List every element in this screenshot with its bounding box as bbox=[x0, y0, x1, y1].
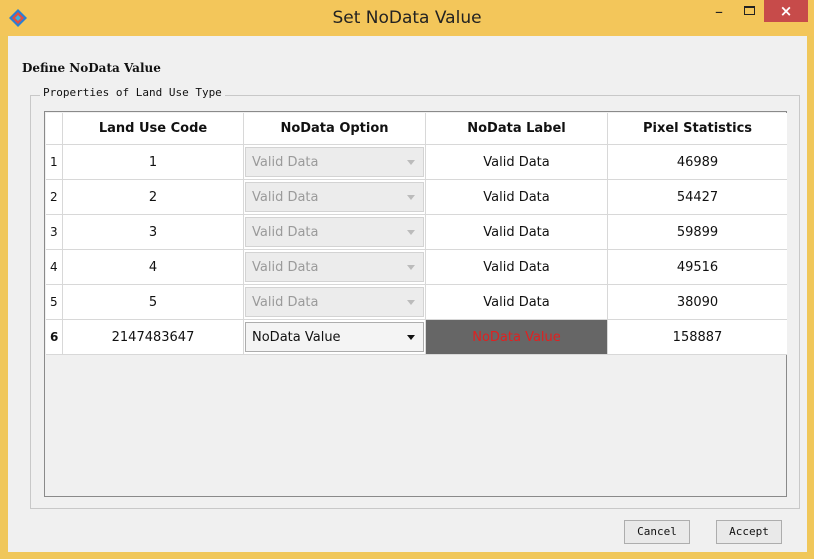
section-heading: Define NoData Value bbox=[22, 61, 161, 75]
table-row: 4 4 Valid Data Valid Data 49516 bbox=[46, 250, 787, 285]
dialog-window: Set NoData Value – × Define NoData Value… bbox=[0, 0, 814, 559]
cancel-button[interactable]: Cancel bbox=[624, 520, 690, 544]
maximize-icon bbox=[744, 6, 755, 15]
row-number[interactable]: 3 bbox=[46, 215, 63, 250]
table-row: 5 5 Valid Data Valid Data 38090 bbox=[46, 285, 787, 320]
land-use-code-cell[interactable]: 1 bbox=[63, 145, 244, 180]
chevron-down-icon bbox=[407, 300, 415, 305]
pixel-statistics-cell[interactable]: 54427 bbox=[608, 180, 787, 215]
nodata-option-cell: Valid Data bbox=[244, 180, 426, 215]
pixel-statistics-cell[interactable]: 49516 bbox=[608, 250, 787, 285]
accept-button[interactable]: Accept bbox=[716, 520, 782, 544]
groupbox-title: Properties of Land Use Type bbox=[40, 86, 225, 99]
nodata-option-cell: NoData Value bbox=[244, 320, 426, 355]
nodata-option-dropdown: Valid Data bbox=[245, 252, 424, 282]
nodata-option-cell: Valid Data bbox=[244, 285, 426, 320]
dropdown-value: NoData Value bbox=[252, 330, 341, 345]
nodata-option-dropdown: Valid Data bbox=[245, 287, 424, 317]
land-use-table: Land Use Code NoData Option NoData Label… bbox=[44, 111, 787, 497]
land-use-code-cell[interactable]: 3 bbox=[63, 215, 244, 250]
window-title: Set NoData Value bbox=[332, 8, 482, 28]
nodata-label-cell[interactable]: Valid Data bbox=[426, 250, 608, 285]
dropdown-value: Valid Data bbox=[252, 260, 319, 275]
maximize-button[interactable] bbox=[736, 0, 764, 24]
land-use-code-cell[interactable]: 2147483647 bbox=[63, 320, 244, 355]
row-number[interactable]: 2 bbox=[46, 180, 63, 215]
title-bar[interactable]: Set NoData Value – × bbox=[0, 0, 814, 36]
dropdown-value: Valid Data bbox=[252, 190, 319, 205]
row-number[interactable]: 6 bbox=[46, 320, 63, 355]
table-body: Land Use Code NoData Option NoData Label… bbox=[46, 113, 787, 495]
row-number[interactable]: 1 bbox=[46, 145, 63, 180]
nodata-option-dropdown: Valid Data bbox=[245, 182, 424, 212]
chevron-down-icon bbox=[407, 265, 415, 270]
nodata-option-dropdown[interactable]: NoData Value bbox=[245, 322, 424, 352]
pixel-statistics-cell[interactable]: 38090 bbox=[608, 285, 787, 320]
land-use-code-cell[interactable]: 4 bbox=[63, 250, 244, 285]
table-row: 3 3 Valid Data Valid Data 59899 bbox=[46, 215, 787, 250]
close-button[interactable]: × bbox=[764, 0, 808, 22]
table-row: 1 1 Valid Data Valid Data 46989 bbox=[46, 145, 787, 180]
table-row: 6 2147483647 NoData Value NoData Value 1… bbox=[46, 320, 787, 355]
pixel-statistics-cell[interactable]: 59899 bbox=[608, 215, 787, 250]
chevron-down-icon bbox=[407, 160, 415, 165]
row-number[interactable]: 4 bbox=[46, 250, 63, 285]
pixel-statistics-cell[interactable]: 158887 bbox=[608, 320, 787, 355]
row-number[interactable]: 5 bbox=[46, 285, 63, 320]
header-nodata-label[interactable]: NoData Label bbox=[426, 113, 608, 145]
table-row: 2 2 Valid Data Valid Data 54427 bbox=[46, 180, 787, 215]
pixel-statistics-cell[interactable]: 46989 bbox=[608, 145, 787, 180]
nodata-label-cell[interactable]: NoData Value bbox=[426, 320, 608, 355]
dropdown-value: Valid Data bbox=[252, 225, 319, 240]
minimize-button[interactable]: – bbox=[704, 0, 734, 24]
land-use-code-cell[interactable]: 2 bbox=[63, 180, 244, 215]
nodata-option-dropdown: Valid Data bbox=[245, 147, 424, 177]
chevron-down-icon bbox=[407, 335, 415, 340]
header-pixel-statistics[interactable]: Pixel Statistics bbox=[608, 113, 787, 145]
nodata-option-cell: Valid Data bbox=[244, 145, 426, 180]
dropdown-value: Valid Data bbox=[252, 295, 319, 310]
header-nodata-option[interactable]: NoData Option bbox=[244, 113, 426, 145]
chevron-down-icon bbox=[407, 230, 415, 235]
nodata-option-cell: Valid Data bbox=[244, 215, 426, 250]
chevron-down-icon bbox=[407, 195, 415, 200]
nodata-label-cell[interactable]: Valid Data bbox=[426, 215, 608, 250]
nodata-label-cell[interactable]: Valid Data bbox=[426, 180, 608, 215]
header-land-use-code[interactable]: Land Use Code bbox=[63, 113, 244, 145]
dropdown-value: Valid Data bbox=[252, 155, 319, 170]
table-corner[interactable] bbox=[46, 113, 63, 145]
nodata-label-cell[interactable]: Valid Data bbox=[426, 145, 608, 180]
land-use-code-cell[interactable]: 5 bbox=[63, 285, 244, 320]
nodata-option-dropdown: Valid Data bbox=[245, 217, 424, 247]
nodata-option-cell: Valid Data bbox=[244, 250, 426, 285]
nodata-label-cell[interactable]: Valid Data bbox=[426, 285, 608, 320]
